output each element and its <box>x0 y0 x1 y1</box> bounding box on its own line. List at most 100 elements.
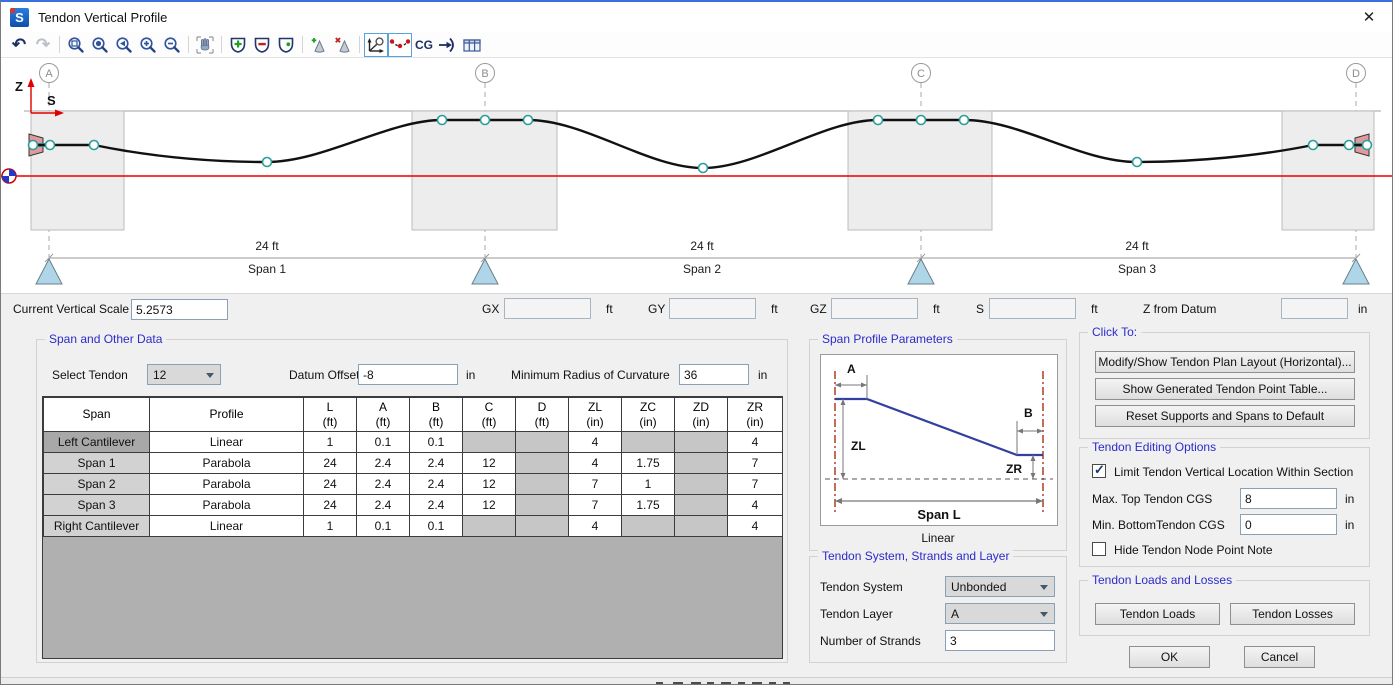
remove-support-icon[interactable] <box>250 33 274 57</box>
value-cell[interactable] <box>675 495 728 516</box>
delete-tendon-point-icon[interactable] <box>331 33 355 57</box>
max-top-cgs-input[interactable] <box>1240 488 1337 509</box>
support-point-icon[interactable] <box>274 33 298 57</box>
value-cell[interactable]: 7 <box>728 474 783 495</box>
tendon-loads-button[interactable]: Tendon Loads <box>1095 603 1220 625</box>
value-cell[interactable]: 1 <box>622 474 675 495</box>
value-cell[interactable]: 2.4 <box>357 495 410 516</box>
value-cell[interactable]: 0.1 <box>410 516 463 537</box>
cancel-button[interactable]: Cancel <box>1244 646 1315 668</box>
reset-supports-button[interactable]: Reset Supports and Spans to Default <box>1095 405 1355 427</box>
vertical-scale-input[interactable] <box>131 299 228 320</box>
value-cell[interactable]: 4 <box>728 432 783 453</box>
limit-checkbox[interactable] <box>1092 464 1106 478</box>
select-tendon-dropdown[interactable]: 12 <box>147 364 221 385</box>
value-cell[interactable]: 12 <box>463 495 516 516</box>
value-cell[interactable] <box>463 432 516 453</box>
value-cell[interactable]: 1.75 <box>622 453 675 474</box>
z-from-datum-field[interactable] <box>1281 298 1348 319</box>
point-table-icon[interactable] <box>460 33 484 57</box>
modify-plan-layout-button[interactable]: Modify/Show Tendon Plan Layout (Horizont… <box>1095 351 1355 373</box>
tendon-layer-dropdown[interactable]: A <box>945 603 1055 624</box>
value-cell[interactable]: 4 <box>728 495 783 516</box>
value-cell[interactable]: 0.1 <box>410 432 463 453</box>
profile-cell[interactable]: Parabola <box>150 495 304 516</box>
close-icon[interactable]: ✕ <box>1356 6 1382 28</box>
value-cell[interactable]: 2.4 <box>357 474 410 495</box>
s-field[interactable] <box>989 298 1076 319</box>
value-cell[interactable]: 7 <box>569 474 622 495</box>
zoom-window-icon[interactable] <box>64 33 88 57</box>
value-cell[interactable] <box>516 495 569 516</box>
undo-icon[interactable]: ↶ <box>7 33 31 57</box>
zoom-previous-icon[interactable] <box>112 33 136 57</box>
zoom-in-icon[interactable] <box>136 33 160 57</box>
redo-icon[interactable]: ↷ <box>31 33 55 57</box>
ok-button[interactable]: OK <box>1129 646 1210 668</box>
value-cell[interactable] <box>516 432 569 453</box>
row-header[interactable]: Right Cantilever <box>44 516 150 537</box>
value-cell[interactable] <box>622 516 675 537</box>
show-point-table-button[interactable]: Show Generated Tendon Point Table... <box>1095 378 1355 400</box>
add-tendon-point-icon[interactable] <box>307 33 331 57</box>
profile-cell[interactable]: Linear <box>150 432 304 453</box>
add-support-icon[interactable] <box>226 33 250 57</box>
axis-zoom-icon[interactable] <box>364 33 388 57</box>
value-cell[interactable] <box>675 453 728 474</box>
value-cell[interactable]: 7 <box>728 453 783 474</box>
value-cell[interactable]: 4 <box>569 453 622 474</box>
value-cell[interactable]: 7 <box>569 495 622 516</box>
value-cell[interactable]: 4 <box>569 516 622 537</box>
jacking-location-icon[interactable] <box>436 33 460 57</box>
tendon-nodes[interactable] <box>29 116 1372 173</box>
row-header[interactable]: Span 3 <box>44 495 150 516</box>
pan-icon[interactable] <box>193 33 217 57</box>
value-cell[interactable]: 1.75 <box>622 495 675 516</box>
value-cell[interactable]: 2.4 <box>410 453 463 474</box>
value-cell[interactable] <box>516 516 569 537</box>
value-cell[interactable]: 24 <box>304 453 357 474</box>
row-header[interactable]: Span 2 <box>44 474 150 495</box>
datum-offset-input[interactable] <box>358 364 458 385</box>
value-cell[interactable]: 4 <box>728 516 783 537</box>
value-cell[interactable]: 24 <box>304 474 357 495</box>
zoom-out-icon[interactable] <box>160 33 184 57</box>
value-cell[interactable]: 1 <box>304 516 357 537</box>
value-cell[interactable] <box>675 516 728 537</box>
gy-field[interactable] <box>669 298 756 319</box>
min-radius-input[interactable] <box>679 364 749 385</box>
zoom-full-view-icon[interactable] <box>88 33 112 57</box>
value-cell[interactable] <box>516 474 569 495</box>
value-cell[interactable]: 2.4 <box>410 474 463 495</box>
value-cell[interactable] <box>675 474 728 495</box>
value-cell[interactable]: 0.1 <box>357 516 410 537</box>
value-cell[interactable]: 12 <box>463 474 516 495</box>
value-cell[interactable] <box>622 432 675 453</box>
value-cell[interactable]: 0.1 <box>357 432 410 453</box>
number-of-strands-input[interactable] <box>945 630 1055 651</box>
profile-cell[interactable]: Parabola <box>150 453 304 474</box>
show-cg-icon[interactable]: CG <box>412 33 436 57</box>
tendon-curve[interactable] <box>33 120 1367 168</box>
value-cell[interactable] <box>463 516 516 537</box>
value-cell[interactable]: 1 <box>304 432 357 453</box>
value-cell[interactable] <box>675 432 728 453</box>
value-cell[interactable]: 4 <box>569 432 622 453</box>
value-cell[interactable]: 2.4 <box>410 495 463 516</box>
row-header[interactable]: Left Cantilever <box>44 432 150 453</box>
gz-field[interactable] <box>831 298 918 319</box>
gx-field[interactable] <box>504 298 591 319</box>
value-cell[interactable]: 12 <box>463 453 516 474</box>
edit-curve-points-icon[interactable] <box>388 33 412 57</box>
min-bottom-cgs-input[interactable] <box>1240 514 1337 535</box>
profile-drawing-area[interactable]: A B C D Z S <box>1 58 1393 293</box>
hide-note-checkbox[interactable] <box>1092 542 1106 556</box>
value-cell[interactable] <box>516 453 569 474</box>
tendon-system-dropdown[interactable]: Unbonded <box>945 576 1055 597</box>
tendon-losses-button[interactable]: Tendon Losses <box>1230 603 1355 625</box>
row-header[interactable]: Span 1 <box>44 453 150 474</box>
value-cell[interactable]: 24 <box>304 495 357 516</box>
profile-cell[interactable]: Linear <box>150 516 304 537</box>
profile-cell[interactable]: Parabola <box>150 474 304 495</box>
value-cell[interactable]: 2.4 <box>357 453 410 474</box>
